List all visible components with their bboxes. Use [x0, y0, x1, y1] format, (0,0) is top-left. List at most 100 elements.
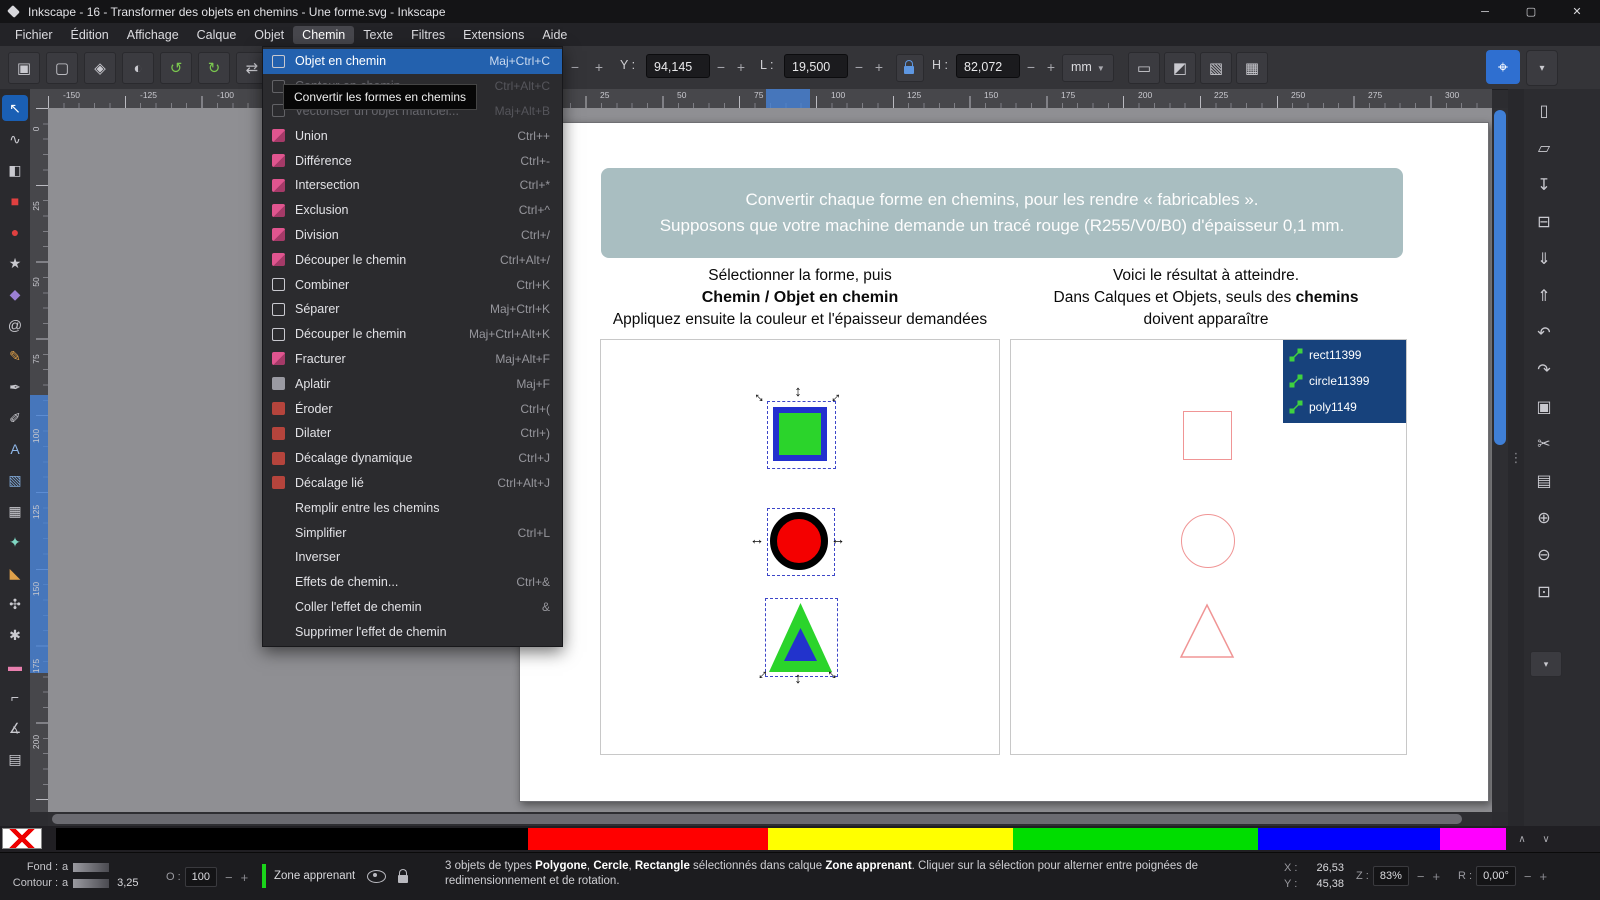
text-tool[interactable]: A — [2, 436, 28, 462]
green-triangle-shape[interactable] — [766, 600, 835, 675]
object-list-item-circle11399[interactable]: circle11399 — [1283, 368, 1406, 394]
pen-tool[interactable]: ✒ — [2, 374, 28, 400]
spray-tool[interactable]: ✱ — [2, 622, 28, 648]
fill-stroke-indicator[interactable]: Fond : a Contour : a 3,25 — [6, 859, 139, 891]
y-increment-button[interactable]: + — [732, 54, 750, 80]
y-decrement-button[interactable]: − — [712, 54, 730, 80]
vertical-ruler[interactable]: 0255075100125150175200225 — [30, 108, 48, 812]
selector-tool[interactable]: ↖ — [2, 95, 28, 121]
calligraphy-tool[interactable]: ✐ — [2, 405, 28, 431]
palette-swatch-magenta[interactable] — [1440, 828, 1506, 850]
unit-dropdown[interactable]: mm▼ — [1062, 54, 1114, 82]
undo-icon[interactable]: ↶ — [1530, 319, 1558, 347]
menu-item-union-3[interactable]: UnionCtrl++ — [263, 123, 562, 148]
snap-toggle-button[interactable]: ⌖ — [1486, 50, 1520, 84]
no-color-swatch[interactable] — [2, 828, 42, 849]
palette-swatch-green[interactable] — [1013, 828, 1258, 850]
selection-handle-middle-left[interactable]: ↔ — [749, 531, 765, 547]
palette-scroll-down[interactable]: ∨ — [1536, 829, 1556, 849]
menu-item-diff-rence-4[interactable]: DifférenceCtrl+- — [263, 148, 562, 173]
zoom-in-icon[interactable]: ⊕ — [1530, 504, 1558, 532]
menu-item-effets-de-chemin-21[interactable]: Effets de chemin...Ctrl+& — [263, 570, 562, 595]
menu-item-d-couper-le-chemin-11[interactable]: Découper le cheminMaj+Ctrl+Alt+K — [263, 322, 562, 347]
red-circle-shape[interactable] — [770, 512, 828, 570]
measure-tool[interactable]: ∡ — [2, 715, 28, 741]
dock-resize-handle[interactable]: ⋮ — [1508, 89, 1524, 826]
invert-selection-icon[interactable]: ◐ — [122, 52, 154, 84]
rotation-input[interactable]: 0,00° — [1476, 866, 1516, 886]
deselect-icon[interactable]: ▢ — [46, 52, 78, 84]
menu-item-d-calage-li-17[interactable]: Décalage liéCtrl+Alt+J — [263, 471, 562, 496]
tweak-tool[interactable]: ✣ — [2, 591, 28, 617]
save-icon[interactable]: ↧ — [1530, 171, 1558, 199]
snap-options-button[interactable]: ▾ — [1526, 50, 1558, 86]
scale-pattern-toggle[interactable]: ▦ — [1236, 52, 1268, 84]
ellipse-tool[interactable]: ● — [2, 219, 28, 245]
green-square-shape[interactable] — [773, 407, 827, 461]
stroke-swatch[interactable] — [73, 879, 109, 888]
menu-affichage[interactable]: Affichage — [118, 26, 188, 44]
menu-item-remplir-entre-les-chemins-18[interactable]: Remplir entre les chemins — [263, 495, 562, 520]
vertical-scrollbar-thumb[interactable] — [1494, 110, 1506, 445]
maximize-button[interactable]: ▢ — [1508, 0, 1554, 23]
box3d-tool[interactable]: ◆ — [2, 281, 28, 307]
menu-item-inverser-20[interactable]: Inverser — [263, 545, 562, 570]
pencil-tool[interactable]: ✎ — [2, 343, 28, 369]
dropper-tool[interactable]: ✦ — [2, 529, 28, 555]
zoom-decrement-button[interactable]: − — [1413, 869, 1429, 884]
opacity-input[interactable]: 100 — [185, 867, 217, 887]
menu-item-coller-l-effet-de-chemin-22[interactable]: Coller l'effet de chemin& — [263, 595, 562, 620]
width-decrement-button[interactable]: − — [850, 54, 868, 80]
menu-item-objet-en-chemin-0[interactable]: Objet en cheminMaj+Ctrl+C — [263, 49, 562, 74]
menu-item-aplatir-13[interactable]: AplatirMaj+F — [263, 371, 562, 396]
spiral-tool[interactable]: @ — [2, 312, 28, 338]
lock-ratio-toggle[interactable] — [896, 54, 924, 82]
zoom-input[interactable]: 83% — [1373, 866, 1409, 886]
height-decrement-button[interactable]: − — [1022, 54, 1040, 80]
result-circle-outline[interactable] — [1181, 514, 1235, 568]
node-tool[interactable]: ∿ — [2, 126, 28, 152]
layer-lock-icon[interactable] — [398, 875, 408, 883]
menu-item-intersection-5[interactable]: IntersectionCtrl+* — [263, 173, 562, 198]
import-icon[interactable]: ⇓ — [1530, 245, 1558, 273]
zoom-increment-button[interactable]: + — [1428, 869, 1444, 884]
x-decrement-button[interactable]: − — [566, 54, 584, 80]
menu-filtres[interactable]: Filtres — [402, 26, 454, 44]
copy-icon[interactable]: ▣ — [1530, 393, 1558, 421]
width-increment-button[interactable]: + — [870, 54, 888, 80]
connector-tool[interactable]: ⌐ — [2, 684, 28, 710]
new-document-icon[interactable]: ▯ — [1530, 97, 1558, 125]
rotation-increment-button[interactable]: + — [1535, 869, 1551, 884]
fill-swatch[interactable] — [73, 863, 109, 872]
horizontal-scrollbar-thumb[interactable] — [52, 814, 1462, 824]
pages-tool[interactable]: ▤ — [2, 746, 28, 772]
rotate-cw-icon[interactable]: ↻ — [198, 52, 230, 84]
menu-item-dilater-15[interactable]: DilaterCtrl+) — [263, 421, 562, 446]
eraser-tool[interactable]: ▬ — [2, 653, 28, 679]
scale-stroke-toggle[interactable]: ▭ — [1128, 52, 1160, 84]
menu-item-fracturer-12[interactable]: FracturerMaj+Alt+F — [263, 347, 562, 372]
redo-icon[interactable]: ↷ — [1530, 356, 1558, 384]
menu-objet[interactable]: Objet — [245, 26, 293, 44]
layer-name[interactable]: Zone apprenant — [274, 870, 355, 882]
width-input[interactable]: 19,500 — [784, 54, 848, 78]
export-icon[interactable]: ⇑ — [1530, 282, 1558, 310]
selection-handle-top-center[interactable]: ↕ — [790, 383, 806, 399]
close-button[interactable]: ✕ — [1554, 0, 1600, 23]
menu-texte[interactable]: Texte — [354, 26, 402, 44]
zoom-page-icon[interactable]: ⊡ — [1530, 578, 1558, 606]
menu-item-division-7[interactable]: DivisionCtrl+/ — [263, 223, 562, 248]
opacity-decrement-button[interactable]: − — [221, 870, 237, 885]
x-increment-button[interactable]: + — [590, 54, 608, 80]
menu-fichier[interactable]: Fichier — [6, 26, 62, 44]
scale-corners-toggle[interactable]: ◩ — [1164, 52, 1196, 84]
menu-item-exclusion-6[interactable]: ExclusionCtrl+^ — [263, 198, 562, 223]
star-tool[interactable]: ★ — [2, 250, 28, 276]
y-input[interactable]: 94,145 — [646, 54, 710, 78]
menu-item-d-couper-le-chemin-8[interactable]: Découper le cheminCtrl+Alt+/ — [263, 247, 562, 272]
paste-icon[interactable]: ▤ — [1530, 467, 1558, 495]
paint-bucket-tool[interactable]: ◣ — [2, 560, 28, 586]
minimize-button[interactable]: ─ — [1462, 0, 1508, 23]
print-icon[interactable]: ⊟ — [1530, 208, 1558, 236]
result-triangle-outline[interactable] — [1178, 601, 1236, 661]
